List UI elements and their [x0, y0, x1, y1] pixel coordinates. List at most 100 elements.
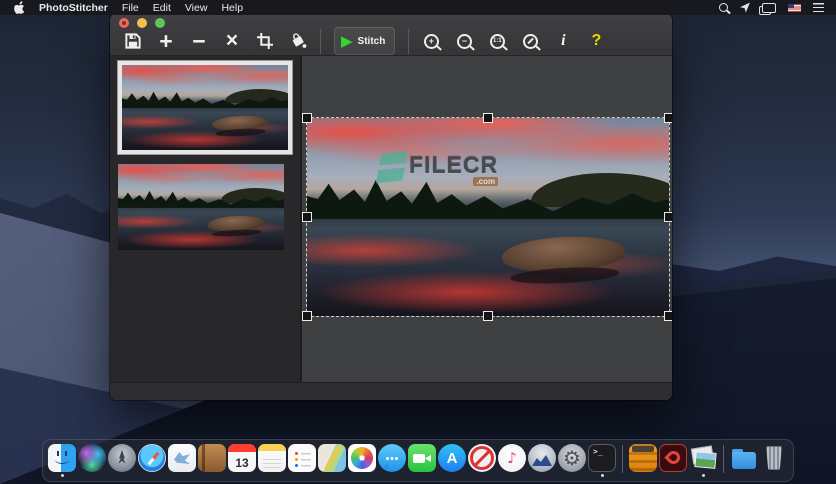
screen-mirroring-icon[interactable] — [762, 3, 776, 13]
apple-menu[interactable] — [14, 1, 25, 14]
thumbnail-photo-2[interactable] — [118, 164, 284, 250]
watermark-logo-icon — [376, 151, 408, 184]
menubar-app-name[interactable]: PhotoStitcher — [39, 2, 108, 14]
selection-handle-bottom-right[interactable] — [664, 311, 672, 321]
dock-item-system-preferences[interactable]: ⚙ — [557, 443, 587, 477]
zoom-fit-button[interactable] — [521, 29, 539, 53]
dock-item-contacts[interactable] — [197, 443, 227, 477]
crop-button[interactable] — [256, 29, 274, 53]
thumbnail-photo-2-image — [118, 164, 284, 250]
zoom-actual-size-button[interactable]: 1:1 — [488, 29, 506, 53]
dock-item-facetime[interactable] — [407, 443, 437, 477]
dock-item-downloads-folder[interactable] — [729, 443, 759, 477]
thumbnail-sidebar — [110, 56, 302, 382]
dock-item-calendar[interactable]: 13 — [227, 443, 257, 477]
dock-item-launchpad[interactable] — [107, 443, 137, 477]
menu-edit[interactable]: Edit — [153, 2, 171, 14]
itunes-icon: ♪ — [498, 444, 526, 472]
stitch-canvas[interactable]: FILECR .com — [302, 56, 672, 382]
dock-item-photostitcher[interactable] — [688, 443, 718, 477]
running-indicator — [601, 474, 604, 477]
selection-handle-top-left[interactable] — [302, 113, 312, 123]
us-flag-input-icon[interactable] — [788, 4, 801, 12]
menu-help[interactable]: Help — [221, 2, 243, 14]
location-arrow-icon[interactable] — [740, 3, 750, 13]
floppy-disk-icon — [125, 33, 141, 49]
calendar-icon: 13 — [228, 444, 256, 472]
selection-handle-middle-right[interactable] — [664, 212, 672, 222]
dock-item-photos[interactable] — [347, 443, 377, 477]
stitch-button-label: Stitch — [358, 36, 386, 47]
thumbnail-photo-1-selected[interactable] — [117, 60, 293, 155]
window-toolbar: + − × — [110, 14, 672, 56]
photostitcher-window: + − × — [110, 14, 672, 400]
dock-item-reminders[interactable] — [287, 443, 317, 477]
app-store-letter: A — [447, 451, 458, 466]
siri-icon — [78, 444, 106, 472]
dock-item-safari[interactable] — [137, 443, 167, 477]
system-preferences-icon: ⚙ — [558, 444, 586, 472]
toolbar-separator — [320, 29, 321, 54]
thumbnail-photo-1-image — [122, 65, 288, 150]
delete-all-button[interactable]: × — [223, 29, 241, 53]
facetime-icon — [408, 444, 436, 472]
terminal-prompt-glyph: >_ — [589, 445, 603, 456]
menu-view[interactable]: View — [185, 2, 208, 14]
dock-item-trash[interactable] — [759, 443, 789, 477]
launchpad-icon — [108, 444, 136, 472]
dock-separator — [723, 445, 724, 473]
dock-item-messages[interactable] — [377, 443, 407, 477]
help-button[interactable]: ? — [587, 29, 605, 53]
dock-item-siri[interactable] — [77, 443, 107, 477]
selection-handle-middle-left[interactable] — [302, 212, 312, 222]
menu-list-icon[interactable] — [813, 3, 824, 12]
prohibition-icon — [468, 444, 496, 472]
zoom-out-button[interactable]: − — [455, 29, 473, 53]
toolbar-separator — [408, 29, 409, 54]
selection-handle-top-right[interactable] — [664, 113, 672, 123]
trash-icon — [760, 444, 788, 472]
contacts-icon — [198, 444, 226, 472]
remove-image-button[interactable]: − — [190, 29, 208, 53]
watermark-sub: .com — [473, 177, 498, 186]
running-indicator — [702, 474, 705, 477]
dock-item-maps[interactable] — [317, 443, 347, 477]
dock-item-mail[interactable] — [167, 443, 197, 477]
fill-button[interactable] — [289, 29, 307, 53]
selection-handle-bottom-center[interactable] — [483, 311, 493, 321]
dock-item-itunes[interactable]: ♪ — [497, 443, 527, 477]
zoom-in-button[interactable]: + — [422, 29, 440, 53]
adobe-acrobat-icon — [659, 444, 687, 472]
photos-icon — [348, 444, 376, 472]
dock-item-notes[interactable] — [257, 443, 287, 477]
selection-handle-bottom-left[interactable] — [302, 311, 312, 321]
magnifier-plus-icon: + — [424, 34, 439, 49]
magnifier-one-to-one-icon: 1:1 — [490, 34, 505, 49]
selection-handle-top-center[interactable] — [483, 113, 493, 123]
stitched-image-selection[interactable]: FILECR .com — [307, 118, 669, 316]
dock-item-terminal[interactable]: >_ — [587, 443, 617, 477]
stitched-image: FILECR .com — [307, 118, 669, 316]
finder-icon — [48, 444, 76, 472]
dock-item-stats[interactable] — [527, 443, 557, 477]
save-button[interactable] — [124, 29, 142, 53]
dock-item-archiver[interactable] — [628, 443, 658, 477]
window-status-bar — [110, 382, 672, 400]
play-icon: ▶ — [341, 34, 353, 49]
dock-item-finder[interactable] — [47, 443, 77, 477]
spotlight-search-icon[interactable] — [719, 3, 728, 12]
desktop-screen: PhotoStitcher File Edit View Help — [0, 0, 836, 484]
dock-item-blocked-app[interactable] — [467, 443, 497, 477]
dock: 13 A ♪ ⚙ >_ — [42, 439, 794, 482]
watermark-title: FILECR — [409, 152, 498, 179]
maps-icon — [318, 444, 346, 472]
menu-bar: PhotoStitcher File Edit View Help — [0, 0, 836, 15]
dock-item-acrobat[interactable] — [658, 443, 688, 477]
music-note-glyph: ♪ — [507, 451, 517, 466]
add-image-button[interactable]: + — [157, 29, 175, 53]
info-button[interactable]: i — [554, 29, 572, 53]
terminal-icon: >_ — [588, 444, 616, 472]
dock-item-app-store[interactable]: A — [437, 443, 467, 477]
stitch-button[interactable]: ▶ Stitch — [334, 27, 395, 55]
menu-file[interactable]: File — [122, 2, 139, 14]
